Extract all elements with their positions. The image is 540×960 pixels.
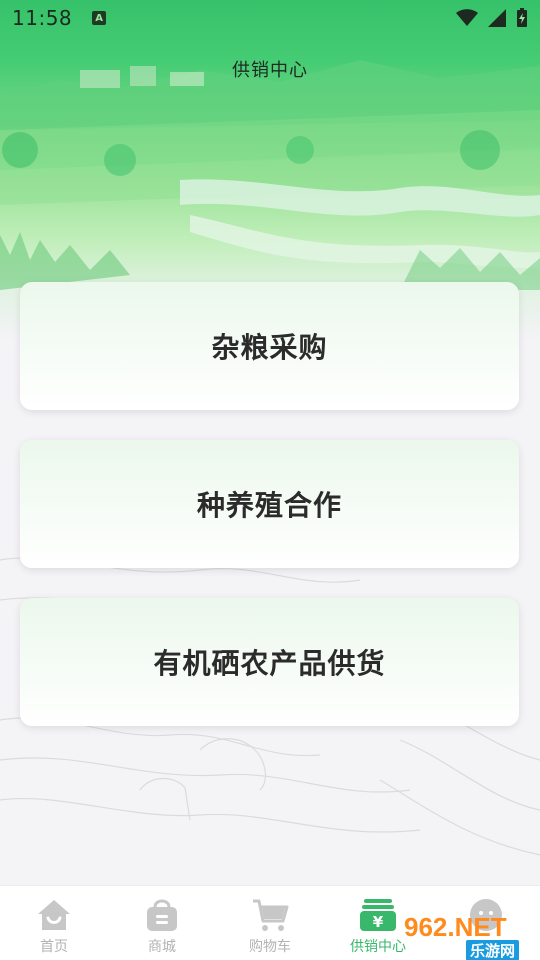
card-label: 有机硒农产品供货 [153, 647, 386, 680]
battery-charging-icon [517, 8, 527, 27]
status-icons [456, 8, 528, 28]
page-title: 供销中心 [232, 60, 308, 81]
card-label: 杂粮采购 [211, 331, 328, 364]
signal-icon [488, 9, 506, 27]
watermark-sub-text: 乐游网 [466, 940, 520, 960]
status-bar: 11:58 A [0, 0, 540, 36]
card-grain-purchase[interactable]: 杂粮采购 [20, 282, 519, 410]
home-icon [35, 896, 73, 934]
card-farming-cooperation[interactable]: 种养殖合作 [20, 440, 519, 568]
nav-item-mall[interactable]: 商城 [108, 886, 216, 960]
wifi-icon [456, 9, 478, 26]
nav-item-home[interactable]: 首页 [0, 886, 108, 960]
nav-label: 购物车 [249, 939, 291, 955]
shopping-bag-icon [143, 896, 181, 934]
nav-label: 供销中心 [350, 939, 406, 955]
nav-item-cart[interactable]: 购物车 [216, 886, 324, 960]
nav-label: 商城 [148, 939, 176, 955]
notification-a-icon: A [92, 11, 107, 25]
card-label: 种养殖合作 [196, 489, 342, 522]
cart-icon [251, 896, 289, 934]
yuan-wallet-icon: ¥ [359, 896, 397, 934]
status-time: 11:58 [12, 6, 73, 30]
card-selenium-produce-supply[interactable]: 有机硒农产品供货 [20, 598, 519, 726]
watermark-main-text: 962.NET [404, 912, 507, 942]
svg-text:¥: ¥ [373, 913, 384, 931]
site-watermark: 962.NET 乐游网 [404, 912, 534, 960]
nav-label: 首页 [40, 939, 68, 955]
